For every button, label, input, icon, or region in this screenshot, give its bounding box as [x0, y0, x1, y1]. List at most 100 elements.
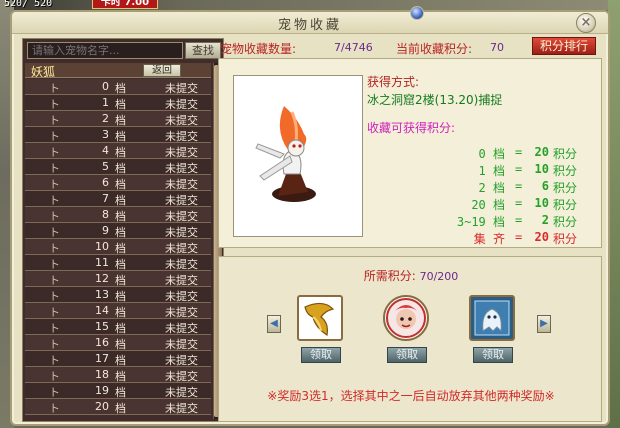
row-status: 未提交 — [165, 114, 198, 127]
table-row[interactable]: ト 15 档 未提交 — [25, 319, 211, 335]
row-tick: ト — [49, 306, 60, 319]
table-row[interactable]: ト 20 档 未提交 — [25, 399, 211, 415]
required-score: 所需积分: 70/200 — [219, 267, 603, 284]
row-grade: 14 — [95, 304, 109, 317]
table-row[interactable]: ト 14 档 未提交 — [25, 303, 211, 319]
row-tick: ト — [49, 258, 60, 271]
row-status: 未提交 — [165, 402, 198, 415]
close-button[interactable]: × — [576, 13, 596, 33]
row-status: 未提交 — [165, 146, 198, 159]
claim-button-3[interactable]: 领取 — [473, 347, 513, 363]
table-row[interactable]: ト 5 档 未提交 — [25, 159, 211, 175]
row-unit: 档 — [115, 82, 126, 95]
back-button[interactable]: 返回 — [143, 64, 181, 77]
row-grade: 16 — [95, 336, 109, 349]
row-grade: 10 — [95, 240, 109, 253]
row-unit: 档 — [115, 386, 126, 399]
row-status: 未提交 — [165, 162, 198, 175]
reward-3-ghost-card-icon[interactable] — [469, 295, 515, 341]
current-score-label: 当前收藏积分: — [396, 42, 473, 56]
table-row[interactable]: ト 0 档 未提交 — [25, 79, 211, 95]
row-tick: ト — [49, 370, 60, 383]
row-tick: ト — [49, 130, 60, 143]
row-status: 未提交 — [165, 242, 198, 255]
horn-cape-icon — [304, 302, 335, 337]
row-grade: 11 — [95, 256, 109, 269]
table-row[interactable]: ト 3 档 未提交 — [25, 127, 211, 143]
table-row[interactable]: ト 10 档 未提交 — [25, 239, 211, 255]
claim-button-1[interactable]: 领取 — [301, 347, 341, 363]
row-unit: 档 — [115, 98, 126, 111]
next-arrow-button[interactable]: ▶ — [537, 315, 551, 333]
reward-1-horn-cape-icon[interactable] — [297, 295, 343, 341]
row-unit: 档 — [115, 226, 126, 239]
grade-list: 妖狐 返回 ト 0 档未提交ト 1 档未提交ト 2 档未提交ト 3 档未提交ト 4 档未提交ト 5 档未… — [25, 63, 211, 419]
row-grade: 13 — [95, 288, 109, 301]
obtain-method-value: 冰之洞窟2楼(13.20)捕捉 — [367, 93, 503, 107]
score-grade: 3~19 档 — [456, 215, 505, 229]
row-status: 未提交 — [165, 354, 198, 367]
table-row[interactable]: ト 4 档 未提交 — [25, 143, 211, 159]
table-row[interactable]: ト 12 档 未提交 — [25, 271, 211, 287]
row-unit: 档 — [115, 370, 126, 383]
row-status: 未提交 — [165, 194, 198, 207]
table-row[interactable]: ト 18 档 未提交 — [25, 367, 211, 383]
table-row[interactable]: ト 6 档 未提交 — [25, 175, 211, 191]
row-status: 未提交 — [165, 386, 198, 399]
row-tick: ト — [49, 98, 60, 111]
pet-collection-window: 宠物收藏 × 查找 妖狐 返回 ト0档未提交ト1档未提交ト2档未提交ト3档未提交… — [10, 6, 610, 426]
row-unit: 档 — [115, 242, 126, 255]
table-row[interactable]: ト 8 档 未提交 — [25, 207, 211, 223]
score-unit: 积分 — [553, 215, 578, 229]
search-input[interactable] — [27, 42, 183, 59]
reward-2-pet-portrait-icon[interactable] — [383, 295, 429, 341]
row-tick: ト — [49, 194, 60, 207]
search-button[interactable]: 查找 — [185, 42, 221, 59]
score-grade: 1 档 — [478, 164, 505, 178]
row-grade: 3 — [102, 128, 109, 141]
claim-button-2[interactable]: 领取 — [387, 347, 427, 363]
row-unit: 档 — [115, 146, 126, 159]
table-row[interactable]: ト 13 档 未提交 — [25, 287, 211, 303]
row-grade: 20 — [95, 400, 109, 413]
table-row[interactable]: ト 17 档 未提交 — [25, 351, 211, 367]
table-row[interactable]: ト 16 档 未提交 — [25, 335, 211, 351]
row-tick: ト — [49, 322, 60, 335]
score-unit: 积分 — [553, 164, 578, 178]
row-tick: ト — [49, 178, 60, 191]
row-unit: 档 — [115, 210, 126, 223]
table-row[interactable]: ト 11 档 未提交 — [25, 255, 211, 271]
score-grade: 20 档 — [471, 198, 505, 212]
row-unit: 档 — [115, 162, 126, 175]
current-score: 当前收藏积分: — [396, 40, 472, 57]
row-grade: 7 — [102, 192, 109, 205]
row-grade: 12 — [95, 272, 109, 285]
row-unit: 档 — [115, 402, 126, 415]
score-ranking-button[interactable]: 积分排行 — [532, 37, 596, 55]
table-row[interactable]: ト 2 档 未提交 — [25, 111, 211, 127]
row-unit: 档 — [115, 306, 126, 319]
row-status: 未提交 — [165, 82, 198, 95]
required-score-value: 70/200 — [419, 270, 459, 283]
title-bar[interactable]: 宠物收藏 × — [12, 12, 608, 34]
row-grade: 17 — [95, 352, 109, 365]
prev-arrow-button[interactable]: ◀ — [267, 315, 281, 333]
row-unit: 档 — [115, 178, 126, 191]
table-row[interactable]: ト 1 档 未提交 — [25, 95, 211, 111]
score-value: 2 — [541, 213, 549, 227]
row-grade: 6 — [102, 176, 109, 189]
score-grade: 2 档 — [478, 181, 505, 195]
timer-badge: 卡时 7.00 — [92, 0, 158, 9]
reward-note: ※奖励3选1，选择其中之一后自动放弃其他两种奖励※ — [267, 389, 555, 403]
row-tick: ト — [49, 386, 60, 399]
table-row[interactable]: ト 9 档 未提交 — [25, 223, 211, 239]
row-status: 未提交 — [165, 338, 198, 351]
row-status: 未提交 — [165, 306, 198, 319]
row-unit: 档 — [115, 290, 126, 303]
table-row[interactable]: ト 7 档 未提交 — [25, 191, 211, 207]
row-tick: ト — [49, 354, 60, 367]
row-grade: 5 — [102, 160, 109, 173]
row-status: 未提交 — [165, 370, 198, 383]
table-row[interactable]: ト 19 档 未提交 — [25, 383, 211, 399]
row-status: 未提交 — [165, 98, 198, 111]
